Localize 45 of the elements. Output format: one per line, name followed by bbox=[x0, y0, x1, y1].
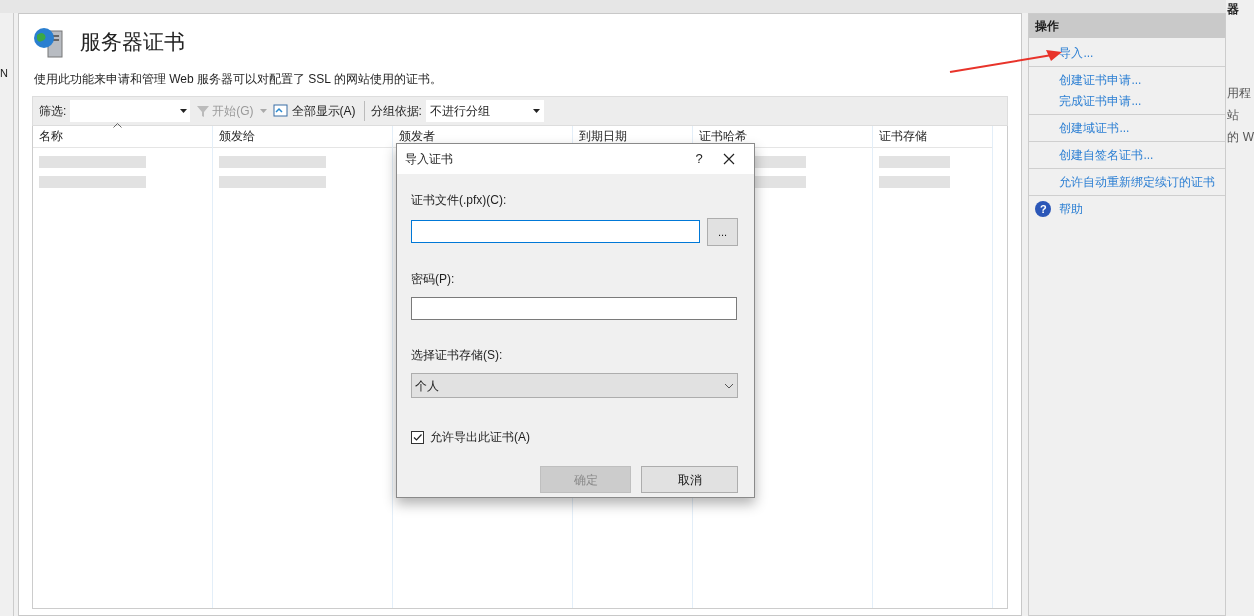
group-by-combobox[interactable]: 不进行分组 bbox=[425, 100, 544, 122]
sort-ascending-icon bbox=[112, 123, 122, 128]
background-text: 的 W bbox=[1227, 129, 1254, 146]
group-by-value: 不进行分组 bbox=[429, 103, 490, 120]
help-link[interactable]: 帮助 bbox=[1059, 200, 1084, 218]
dropdown-arrow-icon bbox=[180, 109, 188, 113]
export-checkbox[interactable] bbox=[411, 430, 424, 444]
column-header[interactable]: 颁发给 bbox=[212, 126, 392, 148]
show-all-button[interactable]: 全部显示(A) bbox=[270, 102, 358, 120]
password-label: 密码(P): bbox=[411, 271, 456, 288]
help-icon: ? bbox=[1035, 201, 1052, 217]
background-text: 站 bbox=[1227, 107, 1241, 124]
page-description: 使用此功能来申请和管理 Web 服务器可以对配置了 SSL 的网站使用的证书。 bbox=[32, 71, 443, 88]
chevron-down-icon bbox=[724, 382, 734, 389]
action-link[interactable]: 允许自动重新绑定续订的证书 bbox=[1035, 173, 1220, 191]
help-button[interactable]: ? bbox=[686, 149, 712, 169]
action-link[interactable]: 完成证书申请... bbox=[1035, 92, 1220, 110]
background-text: 器 bbox=[1227, 1, 1241, 18]
background-text: 用程 bbox=[1227, 85, 1253, 102]
dialog-title: 导入证书 bbox=[405, 151, 454, 168]
server-globe-icon bbox=[31, 25, 66, 59]
actions-header: 操作 bbox=[1029, 14, 1226, 38]
show-all-icon bbox=[272, 104, 289, 118]
filter-label: 筛选: bbox=[38, 103, 67, 120]
dropdown-arrow-icon bbox=[532, 109, 540, 113]
action-link[interactable]: 创建域证书... bbox=[1035, 119, 1220, 137]
dropdown-arrow-icon bbox=[259, 109, 267, 113]
action-link[interactable]: 导入... bbox=[1035, 44, 1220, 62]
close-icon bbox=[723, 153, 735, 165]
group-by-label: 分组依据: bbox=[370, 103, 422, 120]
browse-button[interactable]: ... bbox=[707, 218, 738, 246]
password-field[interactable] bbox=[411, 297, 737, 320]
action-link[interactable]: 创建证书申请... bbox=[1035, 71, 1220, 89]
store-label: 选择证书存储(S): bbox=[411, 347, 504, 364]
file-label: 证书文件(.pfx)(C): bbox=[411, 192, 508, 209]
background-text: N bbox=[0, 66, 9, 81]
action-link[interactable]: 创建自签名证书... bbox=[1035, 146, 1220, 164]
file-path-field[interactable] bbox=[411, 220, 700, 243]
filter-funnel-icon bbox=[196, 104, 211, 118]
page-title: 服务器证书 bbox=[79, 29, 185, 56]
export-checkbox-label: 允许导出此证书(A) bbox=[430, 429, 530, 446]
cancel-button[interactable]: 取消 bbox=[641, 466, 738, 493]
column-header[interactable]: 名称 bbox=[32, 126, 212, 148]
store-dropdown[interactable]: 个人 bbox=[411, 373, 738, 398]
column-header[interactable]: 证书存储 bbox=[872, 126, 992, 148]
